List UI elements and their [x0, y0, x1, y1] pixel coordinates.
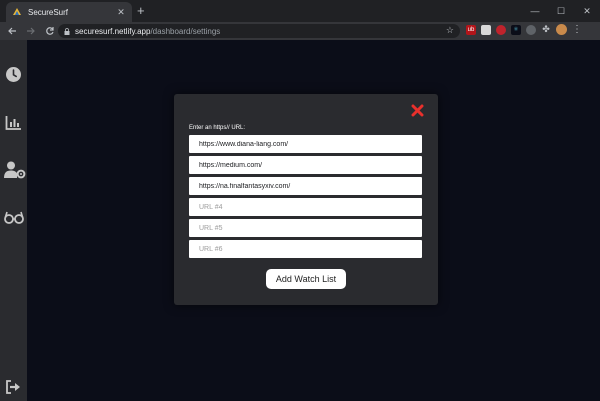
extension-ublock-icon[interactable]: ub — [466, 24, 476, 35]
url-input-1[interactable] — [189, 135, 422, 153]
bookmark-star-icon[interactable]: ☆ — [446, 25, 454, 36]
browser-tab[interactable]: SecureSurf ✕ — [6, 2, 132, 22]
maximize-icon[interactable]: ☐ — [548, 0, 574, 22]
address-bar[interactable]: securesurf.netlify.app/dashboard/setting… — [58, 24, 460, 38]
browser-toolbar: securesurf.netlify.app/dashboard/setting… — [0, 22, 600, 40]
extension-red-icon[interactable] — [496, 24, 506, 35]
main-content: Enter an https// URL: Add Watch List — [27, 40, 600, 401]
add-watch-list-button[interactable]: Add Watch List — [266, 269, 346, 289]
minimize-icon[interactable]: — — [522, 0, 548, 22]
url-host: securesurf.netlify.app — [75, 26, 151, 36]
browser-menu-icon[interactable]: ⋮ — [572, 24, 582, 35]
window-close-icon[interactable]: ✕ — [574, 0, 600, 22]
url-input-3[interactable] — [189, 177, 422, 195]
glasses-icon[interactable] — [4, 208, 24, 226]
extensions-puzzle-icon[interactable]: ✤ — [541, 24, 551, 35]
url-input-5[interactable] — [189, 219, 422, 237]
back-arrow-icon[interactable] — [5, 24, 19, 38]
extension-gray-icon[interactable] — [526, 24, 536, 35]
lock-icon — [64, 27, 70, 35]
new-tab-icon[interactable]: + — [137, 4, 145, 18]
close-icon[interactable] — [411, 104, 424, 117]
clock-icon[interactable] — [4, 65, 22, 83]
user-settings-icon[interactable] — [4, 161, 26, 179]
url-input-2[interactable] — [189, 156, 422, 174]
extensions-row: ub ⚛ ✤ ⋮ — [466, 24, 582, 35]
url-input-4[interactable] — [189, 198, 422, 216]
tab-title: SecureSurf — [28, 7, 69, 17]
chart-icon[interactable] — [4, 113, 22, 131]
securesurf-favicon-icon — [13, 8, 21, 15]
url-prompt-label: Enter an https// URL: — [189, 125, 246, 131]
url-path: /dashboard/settings — [150, 26, 221, 36]
profile-avatar[interactable] — [556, 24, 567, 35]
extension-react-icon[interactable]: ⚛ — [511, 24, 521, 35]
logout-icon[interactable] — [4, 378, 22, 396]
app-sidebar — [0, 40, 27, 401]
window-controls: — ☐ ✕ — [522, 0, 600, 22]
tab-close-icon[interactable]: ✕ — [116, 7, 126, 18]
extension-reader-icon[interactable] — [481, 24, 491, 35]
url-input-6[interactable] — [189, 240, 422, 258]
watch-list-modal: Enter an https// URL: Add Watch List — [174, 94, 438, 305]
forward-arrow-icon[interactable] — [24, 24, 38, 38]
reload-icon[interactable] — [43, 24, 57, 38]
browser-tab-bar: SecureSurf ✕ + — ☐ ✕ — [0, 0, 600, 22]
